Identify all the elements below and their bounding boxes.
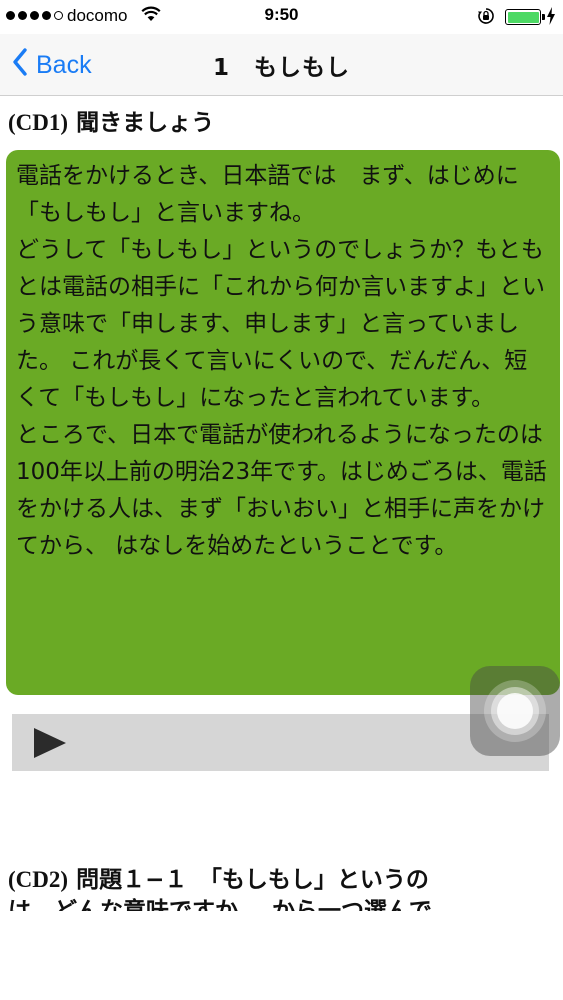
battery-level	[507, 11, 539, 23]
page-title: 1 もしもし	[212, 55, 350, 81]
audio-player	[12, 714, 549, 771]
charging-bolt-icon	[546, 7, 556, 30]
cd-label: (CD1)	[8, 110, 69, 135]
reading-text: 電話をかけるとき、日本語では まず、はじめに「もしもし」と言いますね。 どうして…	[16, 163, 547, 559]
cd-label: (CD2)	[8, 867, 69, 892]
battery-icon	[505, 9, 545, 25]
play-icon[interactable]	[32, 727, 68, 763]
status-bar: docomo 9:50	[0, 0, 563, 34]
assistive-touch-button[interactable]	[470, 666, 560, 756]
navigation-bar: Back 1 もしもし	[0, 34, 563, 96]
clipped-question-text: は、どんな意味ですか。 から一つ選んで	[8, 898, 432, 911]
section-heading-cd1: (CD1) 聞きましょう	[8, 103, 214, 137]
reading-text-card: 電話をかけるとき、日本語では まず、はじめに「もしもし」と言いますね。 どうして…	[6, 150, 560, 695]
section-heading-text: 問題１−１ 「もしもし」というの	[76, 867, 429, 893]
section-heading-text: 聞きましょう	[76, 110, 215, 136]
rotation-lock-icon	[477, 7, 495, 30]
section-heading-cd2: (CD2) 問題１−１ 「もしもし」というの	[8, 860, 429, 894]
